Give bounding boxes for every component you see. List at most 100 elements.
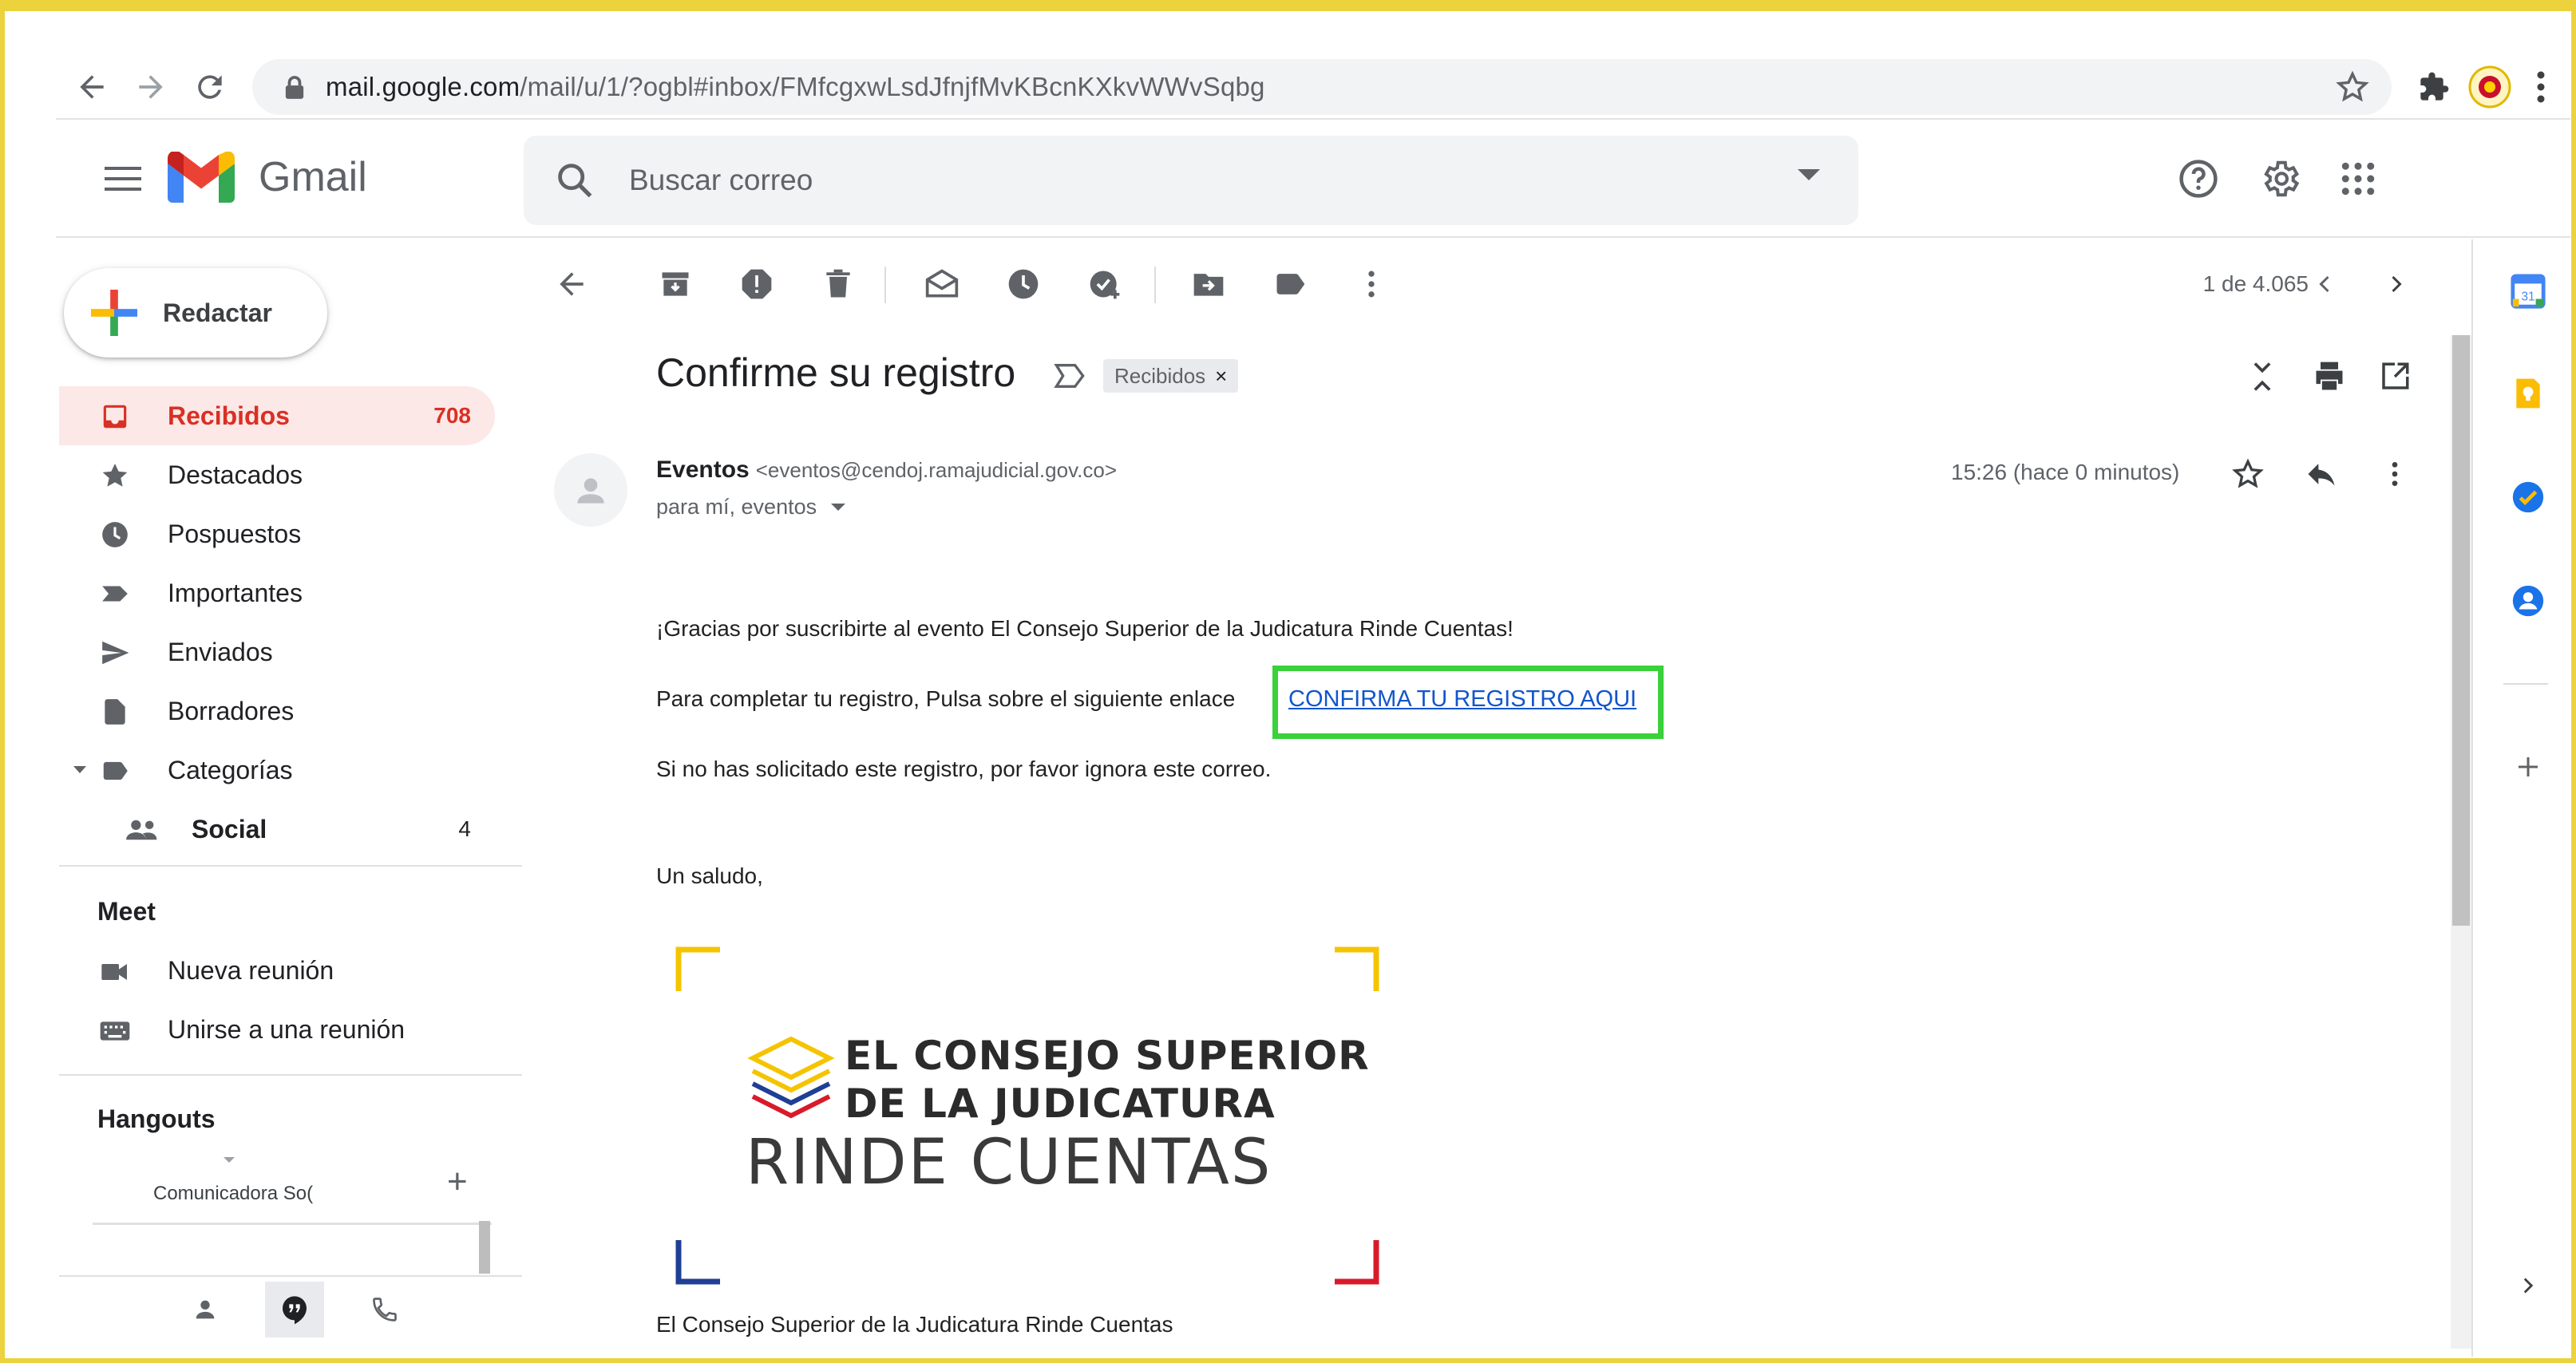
hangouts-heading: Hangouts <box>97 1104 216 1133</box>
report-spam-button[interactable] <box>738 265 776 303</box>
star-outline-icon <box>2232 458 2264 488</box>
tasks-app-button[interactable] <box>2502 471 2554 523</box>
back-button[interactable] <box>65 61 118 113</box>
reply-button[interactable] <box>2299 452 2344 496</box>
contacts-app-button[interactable] <box>2502 575 2554 627</box>
show-details-caret-icon[interactable] <box>831 504 846 511</box>
sidebar-item-important[interactable]: Importantes <box>59 563 495 622</box>
show-side-panel-button[interactable] <box>2502 1259 2554 1312</box>
archive-icon <box>662 272 689 296</box>
sidebar-item-snoozed[interactable]: Pospuestos <box>59 504 495 563</box>
corner-bracket-icon <box>1335 946 1379 991</box>
chevron-left-icon <box>2319 275 2329 293</box>
settings-button[interactable] <box>2251 150 2309 207</box>
older-button[interactable] <box>2377 265 2416 303</box>
main-menu-button[interactable] <box>93 148 153 209</box>
contacts-person-icon[interactable] <box>192 1296 219 1323</box>
profile-avatar[interactable] <box>2463 61 2516 113</box>
sidebar-item-categories[interactable]: Categorías <box>59 741 495 800</box>
snooze-button[interactable] <box>1004 265 1043 303</box>
mark-unread-button[interactable] <box>923 265 961 303</box>
recipient-line[interactable]: para mí, eventos <box>656 495 846 520</box>
message-more-button[interactable] <box>2372 452 2417 496</box>
apps-grid-icon <box>2341 162 2375 196</box>
get-addons-button[interactable] <box>2502 741 2554 793</box>
svg-text:31: 31 <box>2521 290 2534 304</box>
google-apps-button[interactable] <box>2329 150 2387 207</box>
toolbar-separator <box>1154 267 1156 303</box>
chevron-right-icon <box>2392 275 2402 293</box>
body-thanks: ¡Gracias por suscribirte al evento El Co… <box>656 616 1514 641</box>
label-icon <box>1276 274 1305 294</box>
sender-avatar[interactable] <box>554 453 627 527</box>
bookmark-star-icon[interactable] <box>2334 69 2371 105</box>
search-bar[interactable]: Buscar correo <box>524 136 1858 225</box>
support-button[interactable] <box>2170 150 2227 207</box>
hangouts-chat-tab[interactable] <box>265 1282 324 1337</box>
corner-bracket-icon <box>1335 1240 1379 1285</box>
pagination-text: 1 de 4.065 <box>2202 271 2309 296</box>
corner-bracket-icon <box>675 946 720 991</box>
extensions-puzzle-icon[interactable] <box>2408 61 2460 113</box>
send-icon <box>99 637 131 669</box>
sidebar-item-drafts[interactable]: Borradores <box>59 682 495 741</box>
sender-name[interactable]: Eventos <box>656 456 750 483</box>
social-count: 4 <box>458 816 471 841</box>
message-toolbar: 1 de 4.065 <box>527 247 2443 319</box>
expand-caret-icon[interactable] <box>73 766 86 773</box>
hangouts-user-name[interactable]: Comunicadora So( <box>153 1183 313 1205</box>
confirm-registration-link[interactable]: CONFIRMA TU REGISTRO AQUI <box>1288 686 1636 713</box>
app-name: Gmail <box>259 154 367 200</box>
more-options-button[interactable] <box>1352 265 1391 303</box>
remove-label-button[interactable]: × <box>1215 364 1227 389</box>
hangouts-caret-icon[interactable] <box>224 1157 235 1163</box>
sidebar-item-inbox[interactable]: Recibidos 708 <box>59 386 495 445</box>
keep-app-button[interactable] <box>2502 367 2554 420</box>
gear-icon <box>2264 160 2300 197</box>
add-hangout-button[interactable]: + <box>447 1162 468 1202</box>
side-panel-divider <box>2471 239 2473 1357</box>
reload-button[interactable] <box>184 61 236 113</box>
browser-toolbar: mail.google.com/mail/u/1/?ogbl#inbox/FMf… <box>16 57 2562 117</box>
sidebar-item-sent[interactable]: Enviados <box>59 622 495 682</box>
gmail-logo[interactable]: Gmail <box>168 152 367 203</box>
newer-button[interactable] <box>2305 265 2344 303</box>
forward-button[interactable] <box>125 61 177 113</box>
sidebar-scrollbar[interactable] <box>479 1221 490 1274</box>
importance-marker-icon[interactable] <box>1054 362 1086 389</box>
hamburger-icon <box>105 167 141 191</box>
body-instructions: Para completar tu registro, Pulsa sobre … <box>656 686 1236 711</box>
move-to-button[interactable] <box>1189 265 1228 303</box>
clock-icon <box>1008 269 1039 299</box>
delete-button[interactable] <box>819 265 857 303</box>
add-to-tasks-button[interactable] <box>1086 265 1124 303</box>
message-scrollbar-thumb[interactable] <box>2452 335 2470 926</box>
open-new-window-button[interactable] <box>2374 356 2416 397</box>
new-meeting-button[interactable]: Nueva reunión <box>59 942 495 1001</box>
label-chip-inbox: Recibidos × <box>1103 359 1239 393</box>
contacts-icon <box>2512 585 2544 617</box>
search-options-caret-icon[interactable] <box>1798 169 1820 180</box>
back-to-inbox-button[interactable] <box>552 265 591 303</box>
calendar-app-button[interactable]: 31 <box>2502 265 2554 318</box>
search-icon[interactable] <box>554 160 596 201</box>
browser-menu-icon[interactable] <box>2515 61 2567 113</box>
labels-button[interactable] <box>1271 265 1309 303</box>
sidebar-item-starred[interactable]: Destacados <box>59 445 495 504</box>
star-message-button[interactable] <box>2226 452 2270 496</box>
sidebar-item-social[interactable]: Social 4 <box>59 800 495 859</box>
arrow-right-icon <box>139 75 163 99</box>
address-bar[interactable]: mail.google.com/mail/u/1/?ogbl#inbox/FMf… <box>252 59 2392 115</box>
body-greeting: Un saludo, <box>656 863 763 888</box>
toolbar-separator <box>884 267 886 303</box>
compose-button[interactable]: Redactar <box>64 268 327 358</box>
collapse-all-button[interactable] <box>2242 356 2283 397</box>
gmail-m-icon <box>168 152 235 203</box>
search-input[interactable]: Buscar correo <box>629 164 813 197</box>
print-all-button[interactable] <box>2309 356 2350 397</box>
phone-icon[interactable] <box>370 1295 399 1324</box>
lock-icon <box>285 76 304 99</box>
folder-move-icon <box>1193 274 1224 296</box>
archive-button[interactable] <box>656 265 694 303</box>
join-meeting-button[interactable]: Unirse a una reunión <box>59 1001 495 1060</box>
